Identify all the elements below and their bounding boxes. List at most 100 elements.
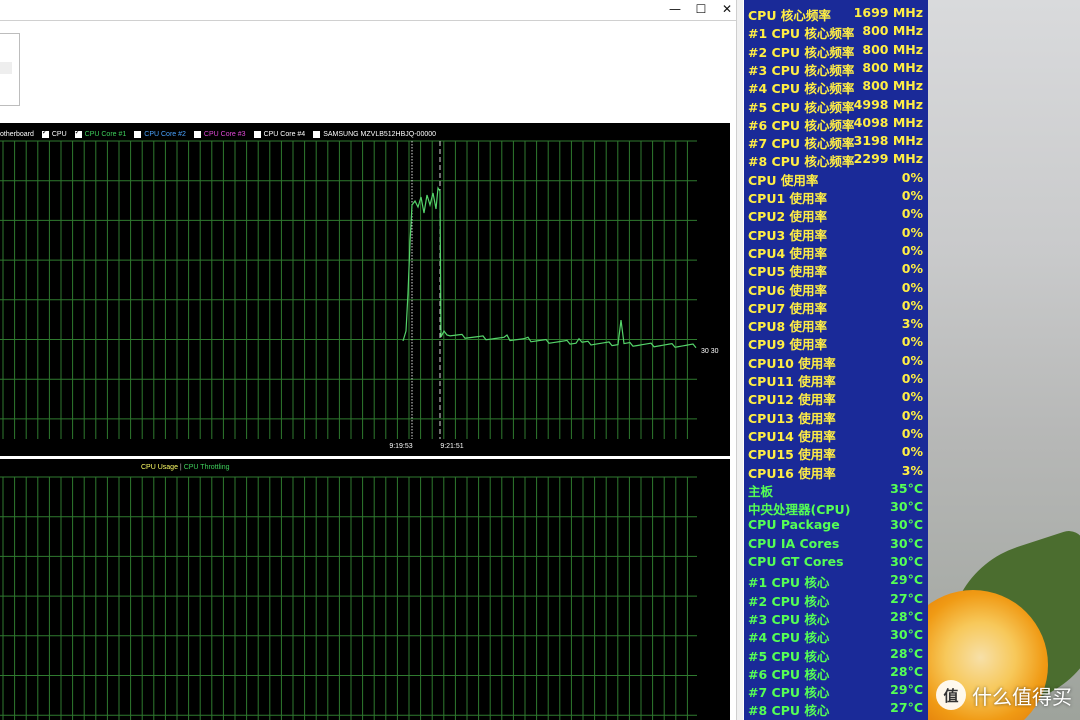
cpu-usage-graph	[0, 476, 697, 720]
osd-value: 30°C	[890, 554, 923, 569]
osd-value: 0%	[901, 334, 923, 350]
hwmonitor-window: — ☐ ✕ otherboardCPUCPU Core #1CPU Core #…	[0, 0, 743, 720]
osd-value: 0%	[901, 261, 923, 277]
watermark: 值 什么值得买	[936, 680, 1072, 710]
osd-row-temp: 主板 35°C	[744, 479, 928, 499]
cpu-usage-graph-panel: CPU Usage | CPU Throttling	[0, 459, 730, 720]
osd-value: 30°C	[890, 535, 923, 551]
osd-row-temp: CPU IA Cores 30°C	[744, 534, 928, 552]
osd-label: CPU Package	[748, 517, 840, 533]
title-bar: — ☐ ✕	[0, 0, 742, 20]
osd-row-usage: CPU 使用率 0%	[744, 168, 928, 188]
osd-row-freq: #1 CPU 核心频率 800 MHz	[744, 21, 928, 41]
osd-row-usage: CPU9 使用率 0%	[744, 332, 928, 352]
osd-value: 3%	[901, 316, 923, 332]
watermark-logo-icon: 值	[936, 680, 966, 710]
graph-grid	[0, 140, 697, 439]
osd-row-usage: CPU1 使用率 0%	[744, 186, 928, 206]
osd-row-temp: #7 CPU 核心 29°C	[744, 680, 928, 700]
osd-value: 27°C	[890, 590, 923, 606]
osd-value: 28°C	[890, 663, 923, 679]
osd-row-freq: #2 CPU 核心频率 800 MHz	[744, 40, 928, 60]
osd-value: 0%	[901, 444, 923, 460]
osd-row-usage: CPU11 使用率 0%	[744, 369, 928, 389]
osd-row-temp: CPU Package 30°C	[744, 515, 928, 533]
mini-preview-square	[0, 62, 12, 74]
osd-value: 800 MHz	[862, 41, 923, 57]
osd-row-temp: #5 CPU 核心 28°C	[744, 644, 928, 664]
osd-value: 4098 MHz	[853, 114, 923, 130]
osd-row-temp: #4 CPU 核心 30°C	[744, 625, 928, 645]
osd-row-freq: #8 CPU 核心频率 2299 MHz	[744, 149, 928, 169]
osd-row-usage: CPU3 使用率 0%	[744, 223, 928, 243]
osd-value: 1699 MHz	[853, 5, 923, 20]
osd-value: 0%	[901, 206, 923, 222]
osd-value: 29°C	[890, 682, 923, 698]
desktop-wallpaper: 值 什么值得买	[928, 0, 1080, 720]
osd-value: 28°C	[890, 608, 923, 624]
osd-row-usage: CPU6 使用率 0%	[744, 278, 928, 298]
osd-label: #8 CPU 核心	[748, 703, 830, 719]
osd-row-usage: CPU12 使用率 0%	[744, 387, 928, 407]
osd-value: 0%	[901, 242, 923, 258]
osd-value: 0%	[901, 389, 923, 405]
osd-row-usage: CPU4 使用率 0%	[744, 241, 928, 261]
osd-row-usage: CPU10 使用率 0%	[744, 351, 928, 371]
osd-value: 28°C	[890, 645, 923, 661]
osd-row-freq: #7 CPU 核心频率 3198 MHz	[744, 131, 928, 151]
title-divider	[0, 20, 742, 21]
osd-row-usage: CPU8 使用率 3%	[744, 314, 928, 334]
window-scrollbar[interactable]	[736, 0, 743, 720]
osd-row-temp: #6 CPU 核心 28°C	[744, 662, 928, 682]
osd-row-freq: #5 CPU 核心频率 4998 MHz	[744, 95, 928, 115]
osd-value: 30°C	[890, 517, 923, 533]
osd-value: 0%	[901, 425, 923, 441]
osd-value: 0%	[901, 352, 923, 368]
cpu-core-temp-line	[402, 186, 697, 349]
end-value-label: 30 30	[701, 348, 719, 355]
osd-value: 800 MHz	[862, 59, 923, 75]
osd-value: 0%	[901, 297, 923, 313]
osd-value: 800 MHz	[862, 23, 923, 39]
osd-row-usage: CPU16 使用率 3%	[744, 461, 928, 481]
osd-value: 0%	[901, 188, 923, 203]
osd-row-usage: CPU13 使用率 0%	[744, 406, 928, 426]
osd-value: 800 MHz	[862, 78, 923, 94]
osd-row-temp: #2 CPU 核心 27°C	[744, 589, 928, 609]
hardware-osd-overlay: CPU 核心频率 1699 MHz #1 CPU 核心频率 800 MHz #2 CPU…	[744, 0, 928, 720]
osd-value: 3198 MHz	[853, 133, 923, 149]
time-label-1: 9:19:53	[389, 443, 412, 450]
mini-preview-box	[0, 33, 20, 106]
osd-value: 30°C	[890, 627, 923, 643]
osd-row-freq: CPU 核心频率 1699 MHz	[744, 3, 928, 23]
watermark-text: 什么值得买	[972, 684, 1072, 709]
osd-label: CPU IA Cores	[748, 535, 840, 551]
temperature-graph: 9:19:53 9:21:51 30 30	[0, 140, 719, 450]
osd-value: 35°C	[890, 480, 923, 496]
osd-row-usage: CPU7 使用率 0%	[744, 296, 928, 316]
osd-row-usage: CPU14 使用率 0%	[744, 424, 928, 444]
usage-graph-grid	[0, 476, 697, 720]
osd-value: 27°C	[890, 700, 923, 716]
osd-row-usage: CPU15 使用率 0%	[744, 442, 928, 462]
osd-value: 0%	[901, 371, 923, 386]
osd-row-freq: #3 CPU 核心频率 800 MHz	[744, 58, 928, 78]
osd-value: 0%	[901, 169, 923, 185]
osd-row-temp: #1 CPU 核心 29°C	[744, 570, 928, 590]
time-label-2: 9:21:51	[440, 443, 463, 450]
osd-value: 3%	[901, 462, 923, 478]
osd-row-freq: #4 CPU 核心频率 800 MHz	[744, 76, 928, 96]
osd-value: 0%	[901, 224, 923, 240]
temperature-graph-panel: otherboardCPUCPU Core #1CPU Core #2CPU C…	[0, 123, 730, 456]
osd-value: 2299 MHz	[853, 151, 923, 167]
osd-row-temp: #8 CPU 核心 27°C	[744, 698, 928, 719]
osd-value: 0%	[901, 407, 923, 423]
osd-row-usage: CPU2 使用率 0%	[744, 204, 928, 224]
osd-row-usage: CPU5 使用率 0%	[744, 259, 928, 279]
osd-row-temp: #3 CPU 核心 28°C	[744, 607, 928, 627]
osd-row-freq: #6 CPU 核心频率 4098 MHz	[744, 113, 928, 133]
osd-row-temp: CPU GT Cores 30°C	[744, 552, 928, 570]
osd-row-temp: 中央处理器(CPU) 30°C	[744, 497, 928, 517]
osd-value: 29°C	[890, 572, 923, 588]
osd-value: 4998 MHz	[853, 96, 923, 112]
